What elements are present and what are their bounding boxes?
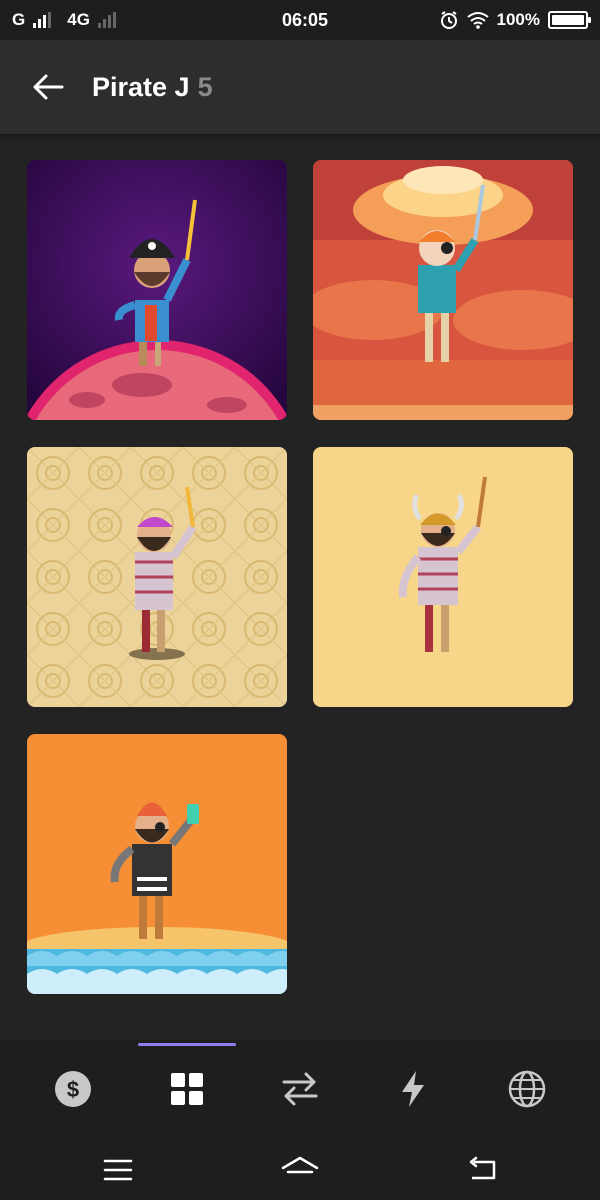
pirate-explosion-image xyxy=(313,160,573,420)
active-tab-indicator xyxy=(138,1043,236,1046)
home-icon xyxy=(281,1156,319,1174)
arrow-left-icon xyxy=(33,74,64,100)
battery-percent: 100% xyxy=(496,10,540,29)
pirate-pattern-image xyxy=(27,447,287,707)
carrier-label: G xyxy=(12,10,26,29)
dollar-coin-icon: $ xyxy=(55,1071,91,1107)
nav-item-wallpapers[interactable] xyxy=(162,1064,212,1114)
wallpaper-grid xyxy=(0,134,600,1040)
system-menu-button[interactable] xyxy=(98,1150,138,1190)
alarm-icon xyxy=(440,11,457,29)
wallpaper-tile-pirate-viking[interactable] xyxy=(313,447,573,707)
swap-arrows-icon xyxy=(282,1072,318,1106)
wallpaper-tile-pirate-island[interactable] xyxy=(27,734,287,994)
wifi-icon xyxy=(466,12,489,29)
item-count: 5 xyxy=(197,71,213,102)
nav-item-transfer[interactable] xyxy=(275,1064,325,1114)
lightning-icon xyxy=(402,1071,424,1107)
network-type-label: 4G xyxy=(67,10,90,29)
globe-icon xyxy=(508,1070,546,1108)
status-right: 100% xyxy=(418,10,591,30)
system-home-button[interactable] xyxy=(280,1150,320,1190)
pirate-on-planet-image xyxy=(27,160,287,420)
status-bar: G 4G 06:05 100% xyxy=(0,0,600,40)
status-time: 06:05 xyxy=(281,9,329,30)
wallpaper-tile-pirate-pattern[interactable] xyxy=(27,447,287,707)
back-button[interactable] xyxy=(28,67,68,107)
nav-item-earnings[interactable]: $ xyxy=(48,1064,98,1114)
page-title: Pirate J5 xyxy=(92,72,213,103)
pirate-viking-image xyxy=(313,447,573,707)
signal-strength-icon-2 xyxy=(97,12,116,28)
signal-strength-icon xyxy=(33,12,52,28)
battery-icon xyxy=(548,11,591,29)
app-bar: Pirate J5 xyxy=(0,40,600,134)
back-icon xyxy=(469,1156,496,1180)
wallpaper-tile-pirate-explosion[interactable] xyxy=(313,160,573,420)
nav-item-boost[interactable] xyxy=(388,1064,438,1114)
wallpaper-tile-pirate-on-planet[interactable] xyxy=(27,160,287,420)
pirate-island-image xyxy=(27,734,287,994)
system-navigation-bar xyxy=(0,1140,600,1200)
nav-item-explore[interactable] xyxy=(502,1064,552,1114)
system-back-button[interactable] xyxy=(462,1150,502,1190)
bottom-navigation: $ xyxy=(0,1040,600,1140)
menu-icon xyxy=(103,1159,133,1181)
svg-text:$: $ xyxy=(67,1077,79,1102)
page-title-text: Pirate J xyxy=(92,71,190,102)
grid-icon xyxy=(171,1073,203,1105)
